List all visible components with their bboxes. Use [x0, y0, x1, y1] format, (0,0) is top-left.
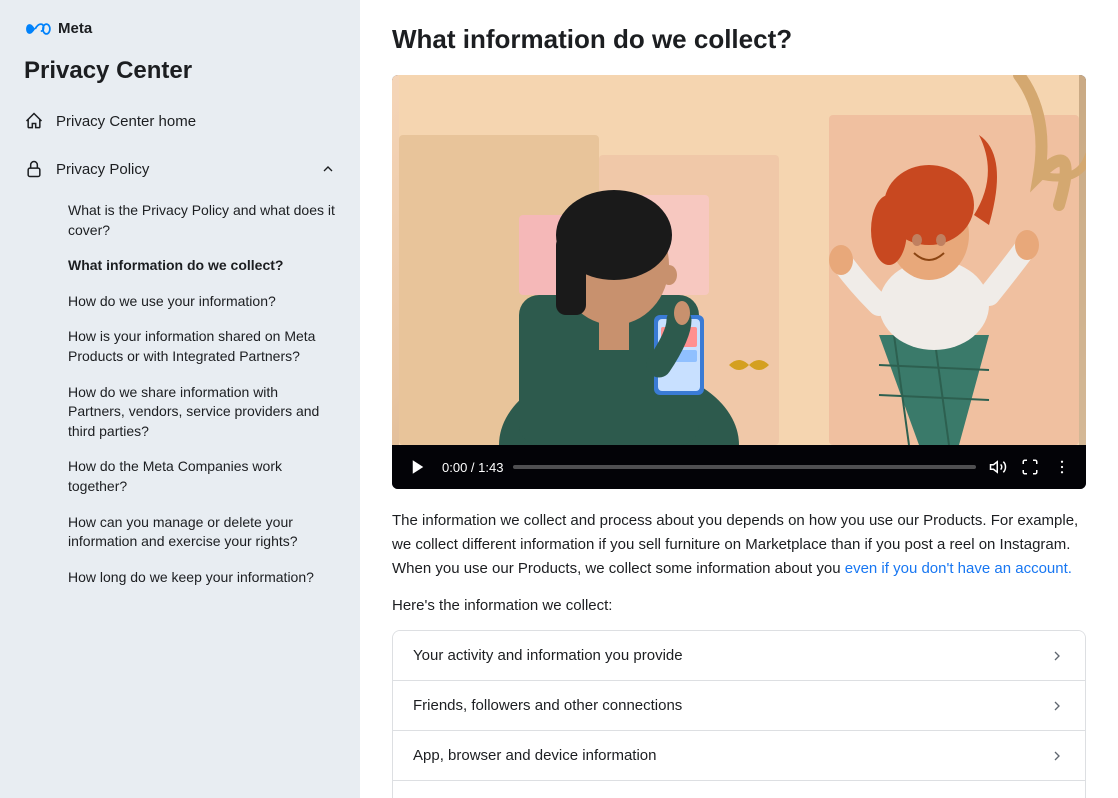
sidebar-policy-subitems: What is the Privacy Policy and what does…: [12, 193, 348, 595]
sidebar-home-label: Privacy Center home: [56, 113, 196, 130]
sidebar-item-how-use[interactable]: How do we use your information?: [56, 284, 348, 320]
accordion-item-friends-label: Friends, followers and other connections: [413, 697, 682, 714]
video-right-controls: [986, 455, 1074, 479]
collect-intro: Here's the information we collect:: [392, 597, 1086, 614]
lock-icon: [24, 159, 44, 179]
sidebar-item-meta-companies[interactable]: How do the Meta Companies work together?: [56, 449, 348, 504]
sidebar-policy-label: Privacy Policy: [56, 161, 308, 178]
video-thumbnail[interactable]: [392, 75, 1086, 445]
sidebar-item-home[interactable]: Privacy Center home: [12, 101, 348, 141]
more-options-button[interactable]: [1050, 455, 1074, 479]
accordion-item-app[interactable]: App, browser and device information: [393, 731, 1085, 781]
accordion-item-partners[interactable]: Information from Partners, vendors and t…: [393, 781, 1085, 798]
volume-icon: [989, 458, 1007, 476]
accordion-item-activity-label: Your activity and information you provid…: [413, 647, 683, 664]
sidebar-item-shared-meta[interactable]: How is your information shared on Meta P…: [56, 319, 348, 374]
chevron-up-icon: [320, 161, 336, 177]
main-content: What information do we collect?: [360, 0, 1118, 798]
meta-logo-icon: [24, 22, 52, 36]
sidebar-item-what-info[interactable]: What information do we collect?: [56, 248, 348, 284]
meta-logo-text: Meta: [58, 20, 92, 37]
sidebar-policy-section: Privacy Policy What is the Privacy Polic…: [12, 149, 348, 595]
video-controls: 0:00 / 1:43: [392, 445, 1086, 489]
meta-logo: Meta: [24, 20, 92, 37]
home-icon: [24, 111, 44, 131]
video-player: 0:00 / 1:43: [392, 75, 1086, 489]
accordion-list: Your activity and information you provid…: [392, 630, 1086, 798]
play-button[interactable]: [404, 453, 432, 481]
brand-logo: Meta: [0, 20, 360, 49]
page-title: What information do we collect?: [392, 24, 1086, 55]
no-account-link[interactable]: even if you don't have an account.: [845, 560, 1072, 577]
chevron-right-icon-1: [1049, 698, 1065, 714]
sidebar-policy-header[interactable]: Privacy Policy: [12, 149, 348, 189]
accordion-item-activity[interactable]: Your activity and information you provid…: [393, 631, 1085, 681]
fullscreen-icon: [1021, 458, 1039, 476]
chevron-right-icon-0: [1049, 648, 1065, 664]
chevron-right-icon-2: [1049, 748, 1065, 764]
sidebar: Meta Privacy Center Privacy Center home …: [0, 0, 360, 798]
sidebar-navigation: Privacy Center home Privacy Policy What …: [0, 101, 360, 595]
sidebar-item-privacy-policy-cover[interactable]: What is the Privacy Policy and what does…: [56, 193, 348, 248]
description-text: The information we collect and process a…: [392, 509, 1086, 581]
sidebar-item-manage-delete[interactable]: How can you manage or delete your inform…: [56, 505, 348, 560]
sidebar-item-share-partners[interactable]: How do we share information with Partner…: [56, 375, 348, 450]
more-options-icon: [1053, 458, 1071, 476]
time-display: 0:00 / 1:43: [442, 460, 503, 475]
accordion-item-friends[interactable]: Friends, followers and other connections: [393, 681, 1085, 731]
accordion-item-app-label: App, browser and device information: [413, 747, 656, 764]
sidebar-item-how-long[interactable]: How long do we keep your information?: [56, 560, 348, 596]
sidebar-title: Privacy Center: [0, 49, 360, 101]
play-icon: [409, 458, 427, 476]
progress-bar[interactable]: [513, 465, 976, 469]
video-illustration: [392, 75, 1086, 445]
fullscreen-button[interactable]: [1018, 455, 1042, 479]
volume-button[interactable]: [986, 455, 1010, 479]
